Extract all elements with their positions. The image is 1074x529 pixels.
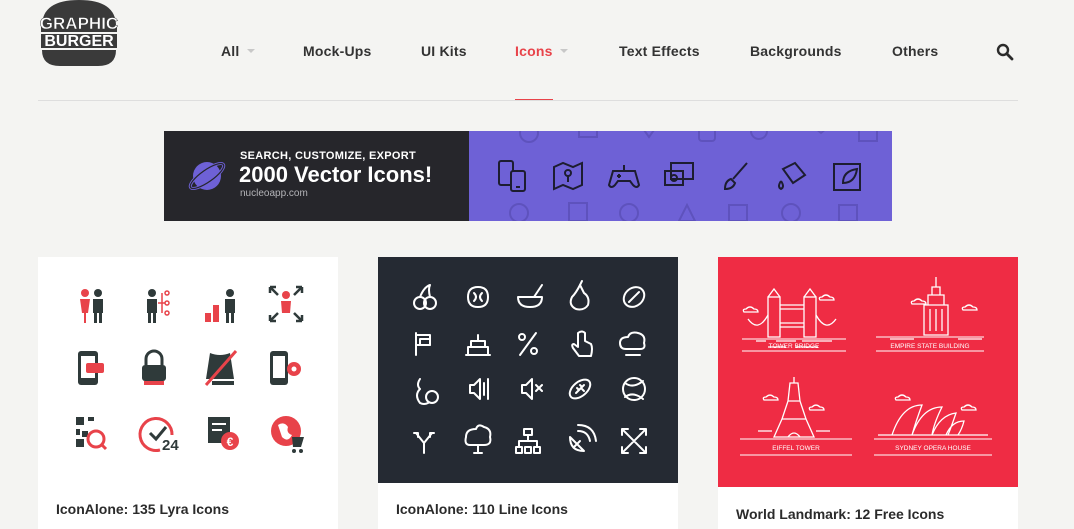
edit-leaf-icon (833, 163, 861, 191)
satellite-dish-icon (569, 424, 597, 452)
qr-search-icon (76, 417, 108, 451)
banner-subhead: SEARCH, CUSTOMIZE, EXPORT (240, 150, 416, 162)
mortar-pestle-icon (517, 284, 543, 308)
nav-mockups-label: Mock-Ups (303, 43, 372, 59)
nav-icons-label: Icons (515, 43, 553, 59)
map-icon (553, 161, 583, 191)
landmark-label-sydney-opera: SYDNEY OPERA HOUSE (895, 445, 971, 452)
nav-backgrounds[interactable]: Backgrounds (750, 43, 842, 59)
weather-cloud-icon (619, 331, 646, 356)
line-icons-preview (413, 280, 647, 454)
volume-icon (469, 378, 489, 400)
card-title-text[interactable]: World Landmark: 12 Free Icons (736, 506, 944, 522)
card-thumbnail[interactable] (378, 257, 678, 483)
percent-icon (518, 332, 538, 356)
no-camera-icon (204, 350, 238, 386)
bowling-icon (416, 378, 439, 405)
cherry-icon (413, 284, 437, 310)
phone-card-icon (78, 351, 104, 385)
nav-backgrounds-label: Backgrounds (750, 43, 842, 59)
nav-others-label: Others (892, 43, 939, 59)
svg-text:€: € (227, 435, 234, 449)
empire-state-building-icon (890, 277, 982, 340)
nav-text-effects-label: Text Effects (619, 43, 700, 59)
landmark-label-tower-bridge: TOWER BRIDGE (769, 343, 820, 350)
nav-icons[interactable]: Icons (515, 43, 568, 59)
sitemap-icon (515, 428, 541, 454)
brain-icon (467, 286, 489, 308)
camera-icon (664, 162, 694, 186)
nav-all[interactable]: All (221, 43, 255, 59)
hand-pointer-icon (571, 330, 593, 357)
chevron-down-icon (246, 49, 255, 53)
mute-icon (521, 378, 543, 400)
nav-all-label: All (221, 43, 240, 59)
landmark-label-empire-state: EMPIRE STATE BUILDING (890, 343, 969, 350)
devices-icon (498, 160, 526, 192)
pear-icon (569, 280, 590, 311)
lemon-icon (622, 286, 646, 308)
nav-text-effects[interactable]: Text Effects (619, 43, 700, 59)
main-nav: All Mock-Ups UI Kits Icons Text Effects … (0, 0, 1074, 100)
nucleo-logo-icon (188, 162, 226, 190)
fullscreen-icon (621, 428, 647, 454)
euro-receipt-icon: € (208, 417, 239, 450)
tree-icon (464, 424, 492, 454)
card-thumbnail[interactable]: TOWER BRIDGE EMPIRE STATE BUILDING EIFFE… (718, 257, 1018, 487)
post-card-world-landmark[interactable]: TOWER BRIDGE EMPIRE STATE BUILDING EIFFE… (718, 257, 1018, 529)
hierarchy-icon (147, 289, 170, 323)
nav-others[interactable]: Others (892, 43, 938, 59)
football-icon (568, 378, 592, 400)
clock-24-label: 24 (162, 437, 179, 454)
landmark-label-eiffel-tower: EIFFEL TOWER (772, 445, 820, 452)
nav-ui-kits[interactable]: UI Kits (421, 43, 467, 59)
phone-settings-icon (270, 351, 301, 385)
growth-chart-icon (205, 289, 235, 323)
flag-icon (415, 332, 431, 356)
tennis-ball-icon (622, 377, 646, 401)
cake-icon (465, 334, 491, 356)
couple-icon (80, 289, 103, 323)
card-thumbnail[interactable]: 24 € (38, 257, 338, 487)
banner-url: nucleoapp.com (240, 188, 308, 199)
tower-bridge-icon (742, 287, 837, 348)
banner-icon-panel (469, 131, 892, 221)
search-icon[interactable] (996, 43, 1016, 63)
banner-left-panel: SEARCH, CUSTOMIZE, EXPORT 2000 Vector Ic… (164, 131, 469, 221)
banner-headline: 2000 Vector Icons! (239, 162, 433, 187)
card-title-link[interactable]: IconAlone: 110 Line Icons (396, 501, 568, 517)
eiffel-tower-icon (758, 377, 830, 438)
card-title-link[interactable]: IconAlone: 135 Lyra Icons (56, 501, 229, 517)
nucleo-banner-ad[interactable]: SEARCH, CUSTOMIZE, EXPORT 2000 Vector Ic… (164, 131, 892, 221)
chevron-down-icon (559, 49, 568, 53)
post-card-lyra-icons[interactable]: 24 € IconAlone: 135 Lyra Icons (38, 257, 338, 529)
clock-24-icon: 24 (138, 417, 179, 454)
paint-bucket-icon (778, 161, 807, 191)
post-card-line-icons[interactable]: IconAlone: 110 Line Icons (378, 257, 678, 529)
lock-icon (142, 349, 166, 385)
split-arrow-icon (413, 432, 435, 454)
brush-icon (723, 162, 748, 191)
sydney-opera-house-icon (878, 394, 988, 436)
card-title-text[interactable]: IconAlone: 110 Line Icons (396, 501, 568, 517)
card-title-link[interactable]: World Landmark: 12 Free Icons (736, 506, 944, 522)
gamepad-icon (607, 165, 641, 188)
nav-ui-kits-label: UI Kits (421, 43, 467, 59)
globe-cart-icon (271, 416, 304, 453)
expand-user-icon (268, 285, 304, 323)
lyra-icons-preview: 24 € (76, 285, 304, 454)
header-divider (38, 100, 1018, 101)
landmark-icons-preview: TOWER BRIDGE EMPIRE STATE BUILDING EIFFE… (740, 277, 992, 456)
nav-mockups[interactable]: Mock-Ups (303, 43, 372, 59)
card-title-text[interactable]: IconAlone: 135 Lyra Icons (56, 501, 229, 517)
